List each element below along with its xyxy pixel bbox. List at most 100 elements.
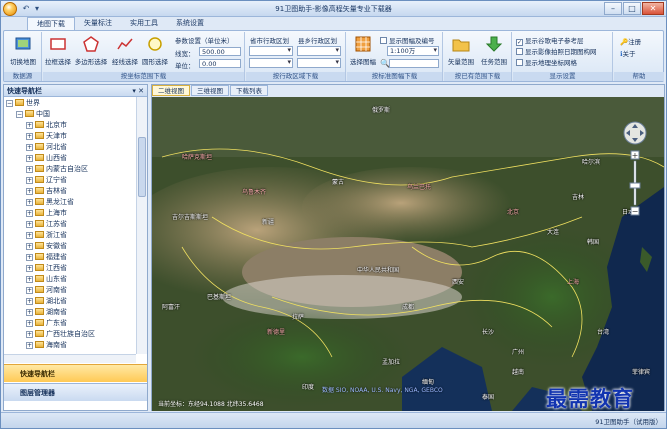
collapse-icon[interactable]: − bbox=[16, 111, 23, 118]
tree-vertical-scrollbar[interactable] bbox=[136, 97, 147, 354]
expand-icon[interactable]: + bbox=[26, 320, 33, 327]
show-sheet-check[interactable]: 显示图幅及编号 bbox=[380, 35, 435, 45]
county-dropdown-1[interactable] bbox=[297, 46, 341, 56]
tab-3d-view[interactable]: 三维视图 bbox=[191, 85, 229, 96]
circle-select-button[interactable]: 圆形选择 bbox=[141, 35, 169, 66]
tree-node-province[interactable]: + 辽宁省 bbox=[26, 175, 67, 186]
map-place-label: 乌鲁木齐 bbox=[242, 189, 267, 196]
tree-node-province[interactable]: + 黑龙江省 bbox=[26, 197, 74, 208]
county-dropdown-2[interactable] bbox=[297, 58, 341, 68]
tree-node-province[interactable]: + 山东省 bbox=[26, 274, 67, 285]
close-button[interactable]: ✕ bbox=[642, 2, 664, 15]
scale-dropdown[interactable]: 1:100万 bbox=[387, 46, 439, 56]
tree-node-province[interactable]: + 福建省 bbox=[26, 252, 67, 263]
about-button[interactable]: ℹ关于 bbox=[620, 48, 635, 58]
tree-horizontal-scrollbar[interactable] bbox=[4, 354, 136, 363]
tree-node-province[interactable]: + 山西省 bbox=[26, 153, 67, 164]
expand-icon[interactable]: + bbox=[26, 276, 33, 283]
tree-node-province[interactable]: + 广东省 bbox=[26, 318, 67, 329]
expand-icon[interactable]: + bbox=[26, 298, 33, 305]
tree-node-province[interactable]: + 安徽省 bbox=[26, 241, 67, 252]
maximize-button[interactable]: □ bbox=[623, 2, 641, 15]
tree-node-province[interactable]: + 河南省 bbox=[26, 285, 67, 296]
folder-icon bbox=[35, 341, 44, 348]
expand-icon[interactable]: + bbox=[26, 188, 33, 195]
expand-icon[interactable]: + bbox=[26, 210, 33, 217]
select-sheet-button[interactable]: 选择图幅 bbox=[348, 35, 378, 66]
tree-node-china[interactable]: − 中国 bbox=[16, 109, 50, 120]
satellite-map[interactable]: 俄罗斯 哈萨克斯坦 蒙古 乌兰巴托 中华人民共和国 北京 哈尔滨 日本 韩国 上海 印度 巴基斯坦 新德… bbox=[152, 97, 664, 411]
tree-node-province[interactable]: + 吉林省 bbox=[26, 186, 67, 197]
minimize-button[interactable]: – bbox=[604, 2, 622, 15]
unit-input[interactable]: 0.00 bbox=[199, 59, 241, 68]
grid-check[interactable]: 显示地理坐标网格 bbox=[516, 57, 577, 67]
tab-download-list[interactable]: 下载列表 bbox=[230, 85, 268, 96]
collapse-icon[interactable]: − bbox=[6, 100, 13, 107]
expand-icon[interactable]: + bbox=[26, 342, 33, 349]
vector-range-button[interactable]: 矢量范围 bbox=[446, 35, 476, 66]
expand-icon[interactable]: + bbox=[26, 331, 33, 338]
map-place-label: 新疆 bbox=[262, 219, 275, 226]
expand-icon[interactable]: + bbox=[26, 232, 33, 239]
sheet-search-input[interactable] bbox=[389, 59, 439, 68]
folder-icon bbox=[35, 297, 44, 304]
expand-icon[interactable]: + bbox=[26, 155, 33, 162]
image-date-check[interactable]: 显示影像拍照日期图构网 bbox=[516, 46, 597, 56]
tree-node-province[interactable]: + 江西省 bbox=[26, 263, 67, 274]
expand-icon[interactable]: + bbox=[26, 265, 33, 272]
tree-node-province[interactable]: + 湖北省 bbox=[26, 296, 67, 307]
tree-node-province[interactable]: + 天津市 bbox=[26, 131, 67, 142]
tree-node-province[interactable]: + 浙江省 bbox=[26, 230, 67, 241]
tree-node-province[interactable]: + 湖南省 bbox=[26, 307, 67, 318]
expand-icon[interactable]: + bbox=[26, 199, 33, 206]
expand-icon[interactable]: + bbox=[26, 243, 33, 250]
tab-2d-view[interactable]: 二维视图 bbox=[152, 85, 190, 96]
line-select-button[interactable]: 经线选择 bbox=[111, 35, 139, 66]
polygon-icon bbox=[83, 36, 99, 52]
tree-node-province[interactable]: + 江苏省 bbox=[26, 219, 67, 230]
expand-icon[interactable]: + bbox=[26, 144, 33, 151]
map-place-label: 成都 bbox=[402, 304, 415, 311]
folder-icon bbox=[35, 132, 44, 139]
province-dropdown-2[interactable] bbox=[249, 58, 293, 68]
expand-icon[interactable]: + bbox=[26, 254, 33, 261]
group-admin-download: 省市行政区划 县乡行政区划 按行政区域下载 bbox=[246, 32, 346, 81]
expand-icon[interactable]: + bbox=[26, 221, 33, 228]
tree-node-province[interactable]: + 上海市 bbox=[26, 208, 67, 219]
expand-icon[interactable]: + bbox=[26, 309, 33, 316]
svg-text:−: − bbox=[632, 207, 639, 216]
expand-icon[interactable]: + bbox=[26, 122, 33, 129]
nav-quick-navigation[interactable]: 快速导航栏 bbox=[4, 364, 147, 382]
expand-icon[interactable]: + bbox=[26, 177, 33, 184]
province-dropdown-1[interactable] bbox=[249, 46, 293, 56]
panel-pin-close-icon[interactable]: ▾ ✕ bbox=[132, 85, 144, 97]
tab-map-download[interactable]: 地图下载 bbox=[27, 17, 75, 30]
expand-icon[interactable]: + bbox=[26, 133, 33, 140]
tree-node-province[interactable]: + 广西壮族自治区 bbox=[26, 329, 95, 340]
scrollbar-thumb[interactable] bbox=[138, 137, 146, 197]
tree-node-province[interactable]: + 海南省 bbox=[26, 340, 67, 351]
region-tree: − 世界 − 中国 + 北京市 + 天津市 + 河北省 + 山西省 + 内蒙古自治区 + 辽宁省 + 吉林省 +… bbox=[4, 97, 136, 354]
rect-select-button[interactable]: 拉框选择 bbox=[44, 35, 72, 66]
tree-node-world[interactable]: − 世界 bbox=[6, 98, 40, 109]
tree-node-province[interactable]: + 河北省 bbox=[26, 142, 67, 153]
tab-settings[interactable]: 系统设置 bbox=[167, 17, 213, 30]
expand-icon[interactable]: + bbox=[26, 287, 33, 294]
task-range-button[interactable]: 任务范围 bbox=[479, 35, 509, 66]
zoom-control[interactable]: + − bbox=[621, 121, 649, 221]
tab-vector-label[interactable]: 矢量标注 bbox=[75, 17, 121, 30]
nav-layer-manager[interactable]: 图层管理器 bbox=[4, 383, 147, 401]
expand-icon[interactable]: + bbox=[26, 166, 33, 173]
tree-node-province[interactable]: + 内蒙古自治区 bbox=[26, 164, 88, 175]
register-button[interactable]: 🔑注册 bbox=[620, 36, 641, 46]
google-ref-layer-check[interactable]: ✓ 显示谷歌电子参考层 bbox=[516, 35, 584, 46]
switch-map-button[interactable]: 切换地图 bbox=[7, 35, 39, 66]
folder-icon bbox=[35, 121, 44, 128]
tree-node-province[interactable]: + 北京市 bbox=[26, 120, 67, 131]
folder-icon bbox=[452, 39, 470, 52]
folder-icon bbox=[35, 264, 44, 271]
polygon-select-button[interactable]: 多边形选择 bbox=[74, 35, 108, 66]
width-input[interactable]: 500.00 bbox=[199, 47, 241, 56]
title-bar: ↶ ▾ 91卫图助手-影像高程矢量专业下载器 – □ ✕ bbox=[1, 1, 666, 17]
tab-tools[interactable]: 实用工具 bbox=[121, 17, 167, 30]
